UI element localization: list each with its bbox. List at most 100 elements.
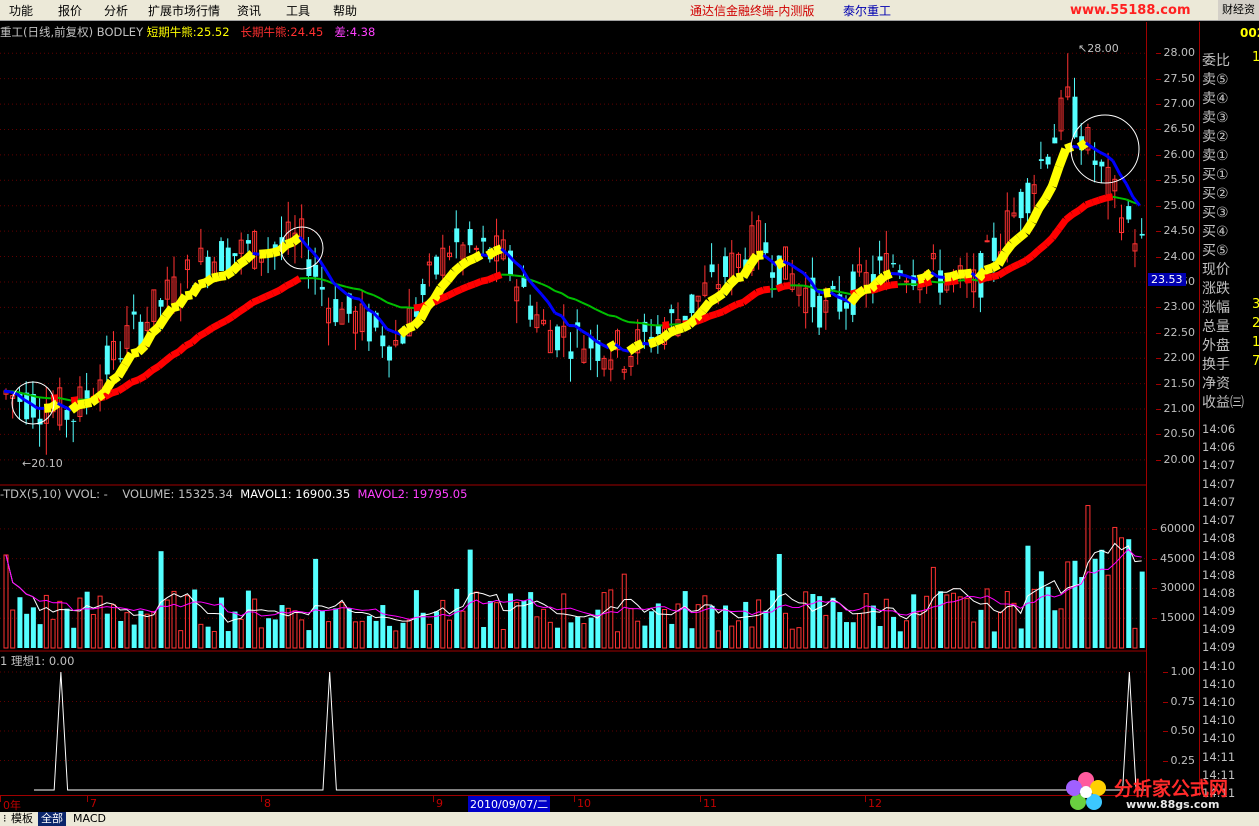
volume-bar	[837, 612, 843, 648]
long-term-line	[594, 308, 603, 314]
short-term-line	[762, 253, 771, 262]
short-term-line	[284, 237, 295, 249]
volume-bar	[151, 611, 157, 649]
long-term-line	[923, 278, 933, 287]
short-term-line	[547, 301, 557, 314]
long-term-line	[264, 290, 275, 300]
volume-bar	[601, 592, 607, 649]
volume-bar	[642, 625, 648, 648]
short-term-line	[560, 315, 570, 327]
volume-bar	[1105, 574, 1111, 649]
short-term-line	[397, 325, 411, 338]
volume-bar	[770, 590, 776, 648]
long-term-line	[608, 314, 616, 318]
short-term-line	[1009, 234, 1022, 248]
long-term-line	[581, 301, 590, 307]
price-tick-label: 21.50	[1155, 376, 1195, 390]
short-term-line	[480, 253, 489, 258]
long-term-line	[662, 321, 670, 329]
quote-value: 3	[1252, 297, 1259, 312]
volume-bar	[689, 628, 695, 648]
quote-side-panel: 002 委比 14 卖⑤ 卖④ 卖③ 卖② 卖① 买① 买② 买③ 买④ 买⑤ 现价涨跌涨幅 3 总量 2 外盘…	[1199, 22, 1259, 800]
volume-bar	[803, 591, 809, 649]
volume-bar	[702, 595, 708, 649]
quote-label: 涨跌	[1202, 281, 1230, 297]
volume-bar	[406, 619, 412, 649]
long-term-line	[554, 290, 563, 295]
short-term-line	[707, 294, 719, 306]
long-term-line	[601, 311, 610, 317]
short-term-line	[485, 247, 498, 260]
tab-template[interactable]: 模板	[8, 812, 36, 826]
long-term-line	[319, 277, 327, 282]
short-term-line	[903, 274, 912, 280]
candle-body	[891, 263, 897, 265]
candle-body	[723, 256, 729, 277]
long-term-line	[163, 352, 175, 364]
volume-bar	[333, 608, 339, 648]
short-term-line	[236, 256, 249, 269]
quote-label: 买③	[1202, 205, 1229, 221]
candle-body	[1045, 156, 1051, 165]
quote-value: 7	[1252, 354, 1259, 369]
volume-bar	[487, 601, 493, 648]
long-term-line	[621, 318, 630, 324]
candle-body	[770, 272, 776, 278]
tab-macd[interactable]: MACD	[70, 812, 109, 826]
indicator-tick-label: 0.25	[1162, 753, 1195, 767]
long-term-line	[991, 271, 1000, 281]
high-mark: ↖28.00	[1078, 42, 1119, 55]
volume-bar	[426, 623, 432, 649]
volume-bar	[1099, 549, 1105, 648]
long-term-line	[64, 398, 72, 402]
long-term-line	[1063, 211, 1075, 223]
finance-tab[interactable]: 财经资	[1218, 0, 1259, 20]
long-term-line	[57, 396, 65, 401]
short-term-line	[114, 362, 129, 379]
price-tick-label: 21.00	[1155, 402, 1195, 415]
short-term-line	[386, 327, 395, 334]
candle-body	[333, 299, 339, 323]
long-term-line	[996, 268, 1008, 279]
candle-body	[903, 280, 909, 283]
short-term-line	[897, 272, 905, 277]
long-term-line	[237, 304, 248, 315]
short-term-line	[318, 259, 328, 273]
quote-label: 总量	[1202, 319, 1230, 335]
volume-bar	[454, 588, 460, 648]
price-axis: 28.00 27.50 27.00 26.50 26.00 25.50 25.00 24.50…	[1146, 22, 1199, 796]
short-term-line	[339, 287, 348, 296]
long-term-line	[843, 291, 851, 296]
volume-bar	[877, 626, 883, 648]
short-term-line	[680, 320, 692, 332]
volume-bar	[971, 621, 977, 649]
volume-bar	[528, 592, 534, 648]
indicator-tick-label: 0.50	[1162, 724, 1195, 737]
volume-bar	[903, 620, 909, 649]
tab-all[interactable]: 全部	[38, 812, 66, 826]
short-term-line	[1001, 241, 1016, 256]
volume-bar	[30, 607, 36, 648]
long-term-line	[413, 303, 422, 312]
volume-tick-label: 45000	[1152, 551, 1195, 565]
long-term-line	[1056, 217, 1069, 231]
short-term-line	[626, 342, 639, 355]
short-term-line	[950, 269, 960, 281]
volume-bar	[158, 551, 164, 648]
short-term-line	[735, 272, 744, 283]
candle-body	[319, 286, 325, 290]
short-term-line	[465, 254, 477, 266]
indicator-tick-label: 1.00	[1162, 665, 1195, 678]
candle-body	[64, 409, 70, 420]
volume-bar	[581, 623, 587, 649]
short-term-line	[410, 315, 424, 330]
tick-time: 14:10	[1202, 658, 1236, 673]
short-term-line	[1054, 147, 1070, 169]
volume-bar	[555, 627, 561, 648]
short-term-line	[540, 293, 550, 304]
volume-bar	[285, 607, 291, 649]
short-term-line	[874, 272, 888, 286]
long-term-line	[339, 284, 347, 288]
tick-time: 14:08	[1202, 531, 1236, 546]
chart-canvas[interactable]	[0, 0, 1146, 795]
